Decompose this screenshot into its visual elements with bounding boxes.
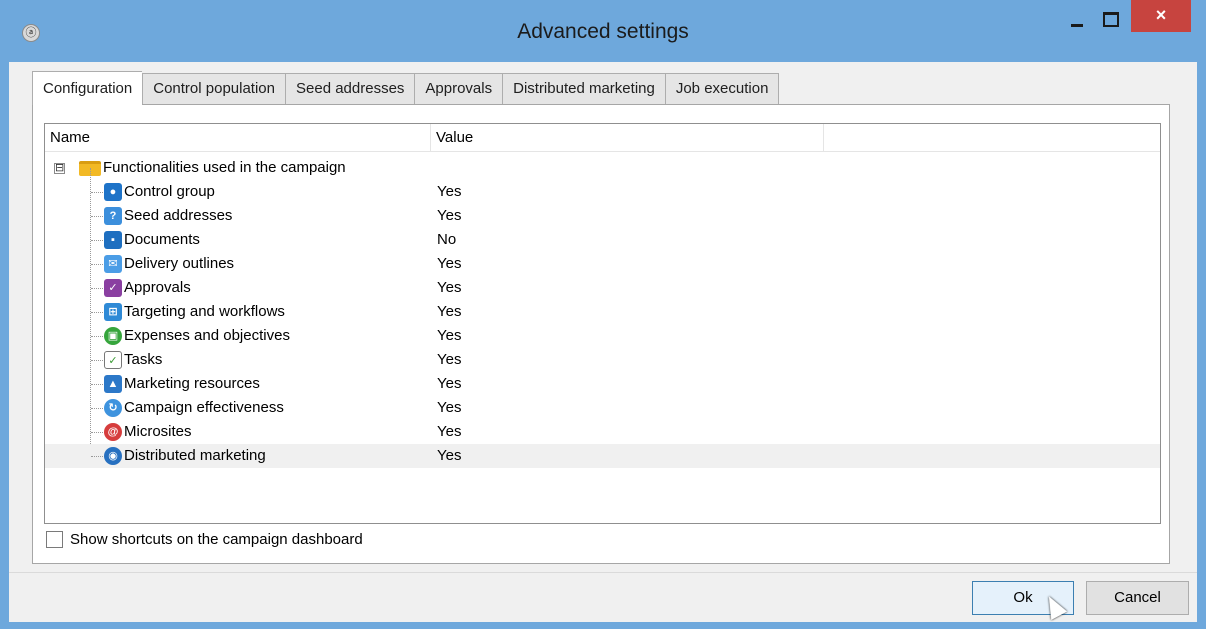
list-item[interactable]: ↻ Campaign effectiveness Yes	[45, 396, 1160, 420]
list-item[interactable]: ✉ Delivery outlines Yes	[45, 252, 1160, 276]
item-value: Yes	[437, 423, 462, 440]
tab-configuration[interactable]: Configuration	[32, 71, 143, 105]
column-separator	[823, 124, 824, 152]
list-item[interactable]: ▪ Documents No	[45, 228, 1160, 252]
item-value: Yes	[437, 399, 462, 416]
list-item[interactable]: @ Microsites Yes	[45, 420, 1160, 444]
item-value: Yes	[437, 327, 462, 344]
dialog-client-area: Configuration Control population Seed ad…	[9, 62, 1197, 622]
item-value: Yes	[437, 279, 462, 296]
configuration-panel: Name Value ⊟ Functionalities used in the…	[32, 104, 1170, 564]
list-header: Name Value	[45, 124, 1160, 152]
list-item[interactable]: ✓ Approvals Yes	[45, 276, 1160, 300]
tab-control-population[interactable]: Control population	[142, 73, 285, 105]
advanced-settings-window: ⓐ Advanced settings × Configuration Cont…	[0, 0, 1206, 629]
item-label: Delivery outlines	[124, 255, 235, 272]
tree-root-row[interactable]: ⊟ Functionalities used in the campaign	[45, 156, 1160, 180]
maximize-button[interactable]	[1091, 0, 1131, 40]
item-label: Control group	[124, 183, 215, 200]
item-value: Yes	[437, 375, 462, 392]
item-value: Yes	[437, 255, 462, 272]
name-column-header[interactable]: Name	[50, 124, 90, 152]
item-value: Yes	[437, 207, 462, 224]
shortcuts-checkbox-label[interactable]: Show shortcuts on the campaign dashboard	[70, 528, 363, 552]
shortcuts-checkbox[interactable]	[46, 531, 63, 548]
item-value: Yes	[437, 447, 462, 464]
delivery-outlines-icon: ✉	[104, 255, 122, 273]
microsites-icon: @	[104, 423, 122, 441]
tab-approvals[interactable]: Approvals	[414, 73, 503, 105]
value-column-header[interactable]: Value	[436, 124, 473, 152]
campaign-effectiveness-icon: ↻	[104, 399, 122, 417]
cancel-button[interactable]: Cancel	[1086, 581, 1189, 615]
documents-icon: ▪	[104, 231, 122, 249]
tab-job-execution[interactable]: Job execution	[664, 73, 780, 105]
expenses-icon: ▣	[104, 327, 122, 345]
item-label: Distributed marketing	[124, 447, 266, 464]
functionalities-list: Name Value ⊟ Functionalities used in the…	[44, 123, 1161, 524]
list-item[interactable]: ? Seed addresses Yes	[45, 204, 1160, 228]
tab-seed-addresses[interactable]: Seed addresses	[285, 73, 415, 105]
list-item[interactable]: ⊞ Targeting and workflows Yes	[45, 300, 1160, 324]
item-label: Microsites	[124, 423, 192, 440]
window-title: Advanced settings	[517, 20, 689, 43]
column-separator	[430, 124, 431, 152]
approvals-icon: ✓	[104, 279, 122, 297]
item-label: Seed addresses	[124, 207, 233, 224]
list-item[interactable]: ● Control group Yes	[45, 180, 1160, 204]
item-label: Marketing resources	[124, 375, 260, 392]
tasks-icon: ✓	[104, 351, 122, 369]
close-button[interactable]: ×	[1131, 0, 1191, 32]
list-item[interactable]: ◉ Distributed marketing Yes	[45, 444, 1160, 468]
item-value: No	[437, 231, 457, 248]
item-label: Expenses and objectives	[124, 327, 290, 344]
seed-addresses-icon: ?	[104, 207, 122, 225]
marketing-resources-icon: ▲	[104, 375, 122, 393]
list-item[interactable]: ▣ Expenses and objectives Yes	[45, 324, 1160, 348]
item-value: Yes	[437, 303, 462, 320]
list-item[interactable]: ▲ Marketing resources Yes	[45, 372, 1160, 396]
control-group-icon: ●	[104, 183, 122, 201]
item-value: Yes	[437, 351, 462, 368]
item-label: Campaign effectiveness	[124, 399, 284, 416]
item-label: Documents	[124, 231, 200, 248]
settings-tabs: Configuration Control population Seed ad…	[32, 71, 780, 105]
collapse-icon[interactable]: ⊟	[54, 163, 65, 174]
list-item[interactable]: ✓ Tasks Yes	[45, 348, 1160, 372]
root-label: Functionalities used in the campaign	[103, 159, 346, 176]
item-label: Approvals	[124, 279, 191, 296]
distributed-marketing-icon: ◉	[104, 447, 122, 465]
item-label: Tasks	[124, 351, 163, 368]
title-bar: ⓐ Advanced settings ×	[0, 0, 1206, 62]
item-value: Yes	[437, 183, 462, 200]
footer-divider	[9, 572, 1197, 573]
tab-distributed-marketing[interactable]: Distributed marketing	[502, 73, 665, 105]
workflow-icon: ⊞	[104, 303, 122, 321]
item-label: Targeting and workflows	[124, 303, 285, 320]
